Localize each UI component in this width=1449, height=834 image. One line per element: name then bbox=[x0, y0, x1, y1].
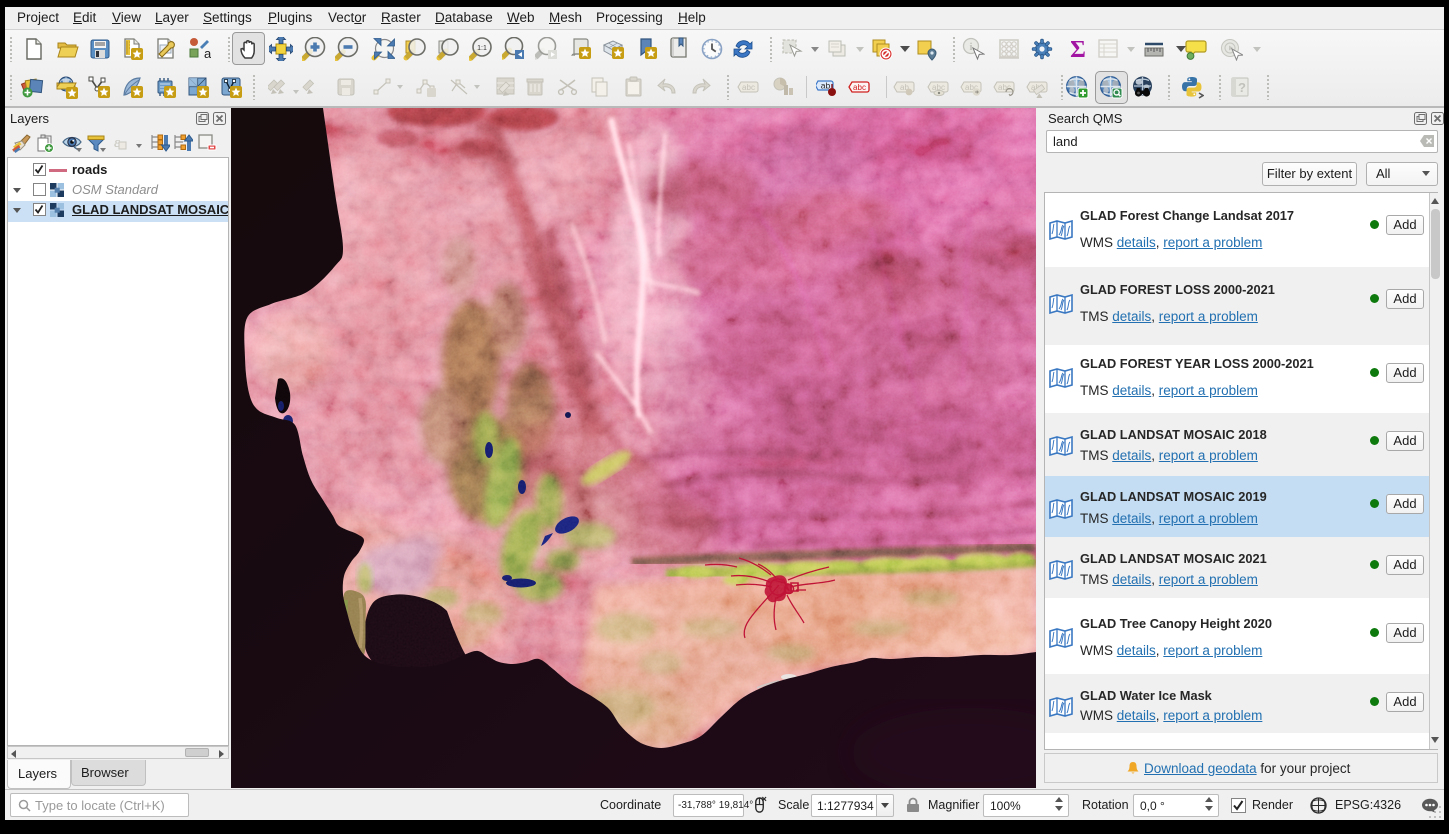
svg-text:abc: abc bbox=[998, 83, 1011, 92]
svg-text:Σ: Σ bbox=[1070, 37, 1086, 61]
svg-text:?: ? bbox=[1238, 80, 1246, 95]
svg-text:a: a bbox=[204, 46, 211, 61]
svg-text:abc: abc bbox=[742, 83, 755, 92]
svg-text:ab: ab bbox=[821, 81, 831, 91]
svg-text:abc: abc bbox=[853, 83, 866, 92]
svg-text:1:1: 1:1 bbox=[477, 45, 487, 52]
